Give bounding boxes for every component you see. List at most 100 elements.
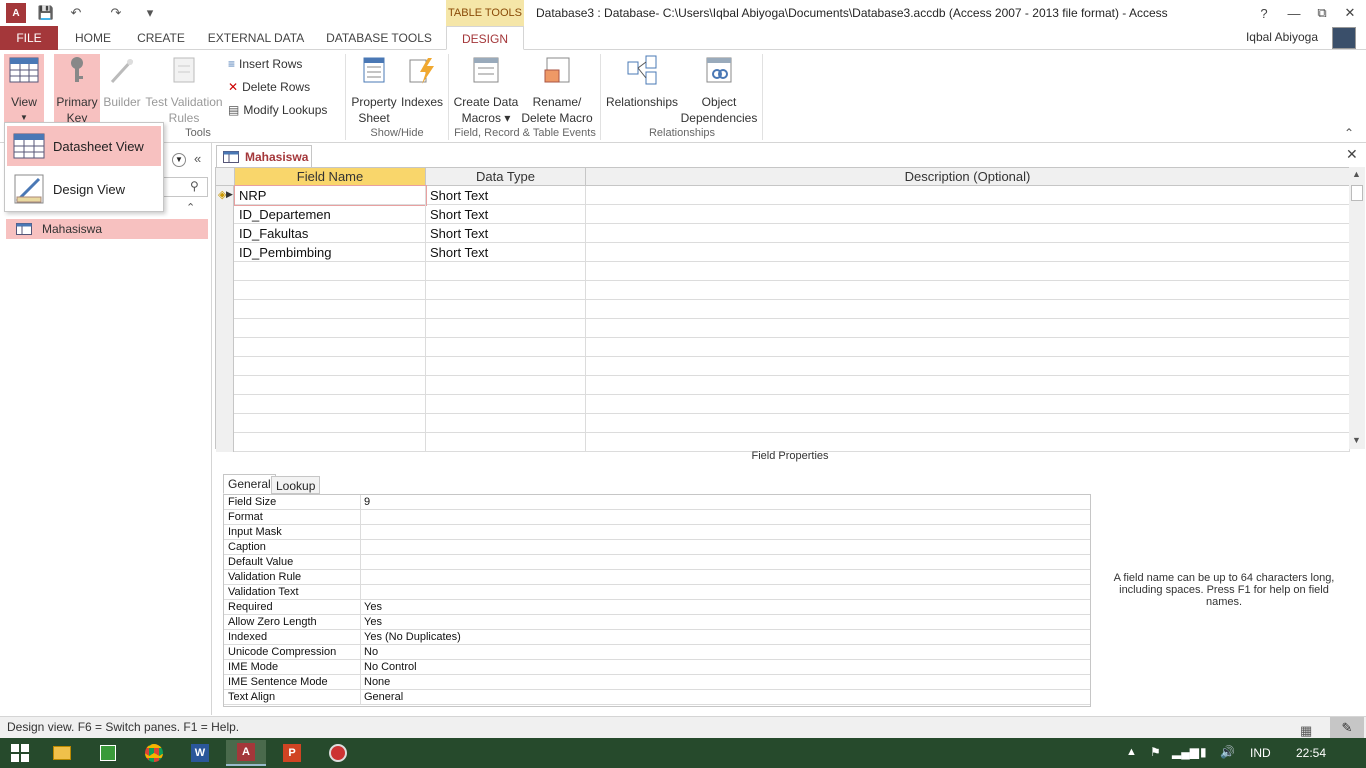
field-name-cell[interactable]: ID_Departemen bbox=[235, 205, 426, 224]
builder-button[interactable]: Builder bbox=[102, 54, 142, 110]
field-name-cell[interactable]: ID_Fakultas bbox=[235, 224, 426, 243]
property-row[interactable]: Default Value bbox=[224, 555, 1090, 570]
property-row[interactable]: IME Mode No Control bbox=[224, 660, 1090, 675]
close-document-icon[interactable]: ✕ bbox=[1346, 146, 1358, 163]
data-type-cell[interactable]: Short Text bbox=[426, 224, 586, 243]
field-name-cell[interactable] bbox=[235, 357, 426, 376]
table-row[interactable] bbox=[216, 319, 1350, 338]
row-selector[interactable] bbox=[216, 338, 234, 357]
row-selector[interactable] bbox=[216, 357, 234, 376]
field-name-cell[interactable] bbox=[235, 281, 426, 300]
row-selector[interactable] bbox=[216, 281, 234, 300]
insert-rows-button[interactable]: ≡ Insert Rows bbox=[228, 57, 302, 71]
property-value[interactable]: No bbox=[360, 645, 1088, 660]
field-name-cell[interactable] bbox=[235, 338, 426, 357]
redo-icon[interactable]: ↷ bbox=[106, 3, 126, 23]
property-sheet-button[interactable]: Property Sheet bbox=[350, 54, 398, 126]
property-value[interactable] bbox=[360, 510, 1088, 525]
tab-database-tools[interactable]: DATABASE TOOLS bbox=[322, 26, 436, 50]
nav-item-mahasiswa[interactable]: Mahasiswa bbox=[6, 219, 208, 239]
field-name-cell[interactable] bbox=[235, 376, 426, 395]
design-view-status-icon[interactable]: ✎ bbox=[1330, 717, 1364, 738]
user-name[interactable]: Iqbal Abiyoga bbox=[1246, 30, 1318, 44]
tab-create[interactable]: CREATE bbox=[130, 26, 192, 50]
column-header-data-type[interactable]: Data Type bbox=[426, 168, 586, 186]
description-cell[interactable] bbox=[586, 224, 1350, 243]
field-name-cell[interactable] bbox=[235, 319, 426, 338]
description-cell[interactable] bbox=[586, 262, 1350, 281]
data-type-cell[interactable] bbox=[426, 319, 586, 338]
property-row[interactable]: Unicode Compression No bbox=[224, 645, 1090, 660]
description-cell[interactable] bbox=[586, 205, 1350, 224]
column-header-field-name[interactable]: Field Name bbox=[235, 168, 426, 186]
create-data-macros-button[interactable]: Create Data Macros ▾ bbox=[452, 54, 520, 126]
collapse-ribbon-icon[interactable]: ⌃ bbox=[1344, 126, 1354, 140]
table-row[interactable] bbox=[216, 281, 1350, 300]
property-row[interactable]: Caption bbox=[224, 540, 1090, 555]
undo-icon[interactable]: ↶ bbox=[66, 3, 86, 23]
table-row[interactable]: ◈ ▶ NRP Short Text bbox=[216, 185, 1350, 206]
row-selector[interactable] bbox=[216, 319, 234, 338]
battery-icon[interactable]: ▮ bbox=[1200, 745, 1207, 759]
description-cell[interactable] bbox=[586, 376, 1350, 395]
property-row[interactable]: Allow Zero Length Yes bbox=[224, 615, 1090, 630]
property-value[interactable]: Yes (No Duplicates) bbox=[360, 630, 1088, 645]
field-name-cell[interactable]: NRP bbox=[234, 185, 427, 206]
nav-dropdown-icon[interactable]: ▼ bbox=[172, 153, 186, 167]
description-cell[interactable] bbox=[586, 281, 1350, 300]
table-row[interactable]: ID_Pembimbing Short Text bbox=[216, 243, 1350, 262]
customize-qat-icon[interactable]: ▾ bbox=[140, 3, 160, 23]
data-type-cell[interactable] bbox=[426, 281, 586, 300]
rename-delete-macro-button[interactable]: Rename/ Delete Macro bbox=[520, 54, 594, 126]
field-name-cell[interactable] bbox=[235, 300, 426, 319]
property-value[interactable] bbox=[360, 570, 1088, 585]
property-value[interactable]: Yes bbox=[360, 600, 1088, 615]
table-row[interactable]: ID_Fakultas Short Text bbox=[216, 224, 1350, 243]
object-dependencies-button[interactable]: Object Dependencies bbox=[680, 54, 758, 126]
field-name-cell[interactable]: ID_Pembimbing bbox=[235, 243, 426, 262]
description-cell[interactable] bbox=[586, 319, 1350, 338]
store-icon[interactable] bbox=[88, 740, 128, 766]
data-type-cell[interactable] bbox=[426, 338, 586, 357]
row-selector[interactable] bbox=[216, 376, 234, 395]
indexes-button[interactable]: Indexes bbox=[400, 54, 444, 110]
modify-lookups-button[interactable]: ▤ Modify Lookups bbox=[228, 103, 327, 117]
grid-scrollbar[interactable]: ▲ ▼ bbox=[1349, 167, 1365, 449]
table-row[interactable] bbox=[216, 338, 1350, 357]
document-tab-mahasiswa[interactable]: Mahasiswa bbox=[216, 145, 312, 167]
minimize-button[interactable]: — bbox=[1282, 2, 1306, 24]
collapse-group-icon[interactable]: ⌃ bbox=[186, 201, 195, 214]
property-row[interactable]: Format bbox=[224, 510, 1090, 525]
select-all-corner[interactable] bbox=[216, 168, 235, 186]
property-value[interactable]: No Control bbox=[360, 660, 1088, 675]
data-type-cell[interactable] bbox=[426, 376, 586, 395]
row-selector[interactable] bbox=[216, 224, 234, 243]
save-icon[interactable]: 💾 bbox=[36, 3, 56, 23]
property-value[interactable]: General bbox=[360, 690, 1088, 705]
relationships-button[interactable]: Relationships bbox=[604, 54, 680, 110]
data-type-cell[interactable] bbox=[426, 262, 586, 281]
word-icon[interactable]: W bbox=[180, 740, 220, 766]
app-icon[interactable] bbox=[318, 740, 358, 766]
property-value[interactable] bbox=[360, 525, 1088, 540]
table-row[interactable] bbox=[216, 300, 1350, 319]
row-selector[interactable]: ◈ ▶ bbox=[216, 186, 234, 205]
file-explorer-icon[interactable] bbox=[42, 740, 82, 766]
description-cell[interactable] bbox=[586, 395, 1350, 414]
property-row[interactable]: IME Sentence Mode None bbox=[224, 675, 1090, 690]
search-input[interactable] bbox=[160, 177, 208, 197]
property-row[interactable]: Validation Text bbox=[224, 585, 1090, 600]
volume-icon[interactable]: 🔊 bbox=[1220, 745, 1235, 759]
scroll-down-icon[interactable]: ▼ bbox=[1352, 435, 1361, 445]
access-logo-icon[interactable]: A bbox=[6, 3, 26, 23]
row-selector[interactable] bbox=[216, 205, 234, 224]
property-row[interactable]: Indexed Yes (No Duplicates) bbox=[224, 630, 1090, 645]
description-cell[interactable] bbox=[586, 186, 1350, 205]
description-cell[interactable] bbox=[586, 338, 1350, 357]
data-type-cell[interactable] bbox=[426, 414, 586, 433]
property-row[interactable]: Field Size 9 bbox=[224, 495, 1090, 510]
tab-external-data[interactable]: EXTERNAL DATA bbox=[202, 26, 310, 50]
scroll-up-icon[interactable]: ▲ bbox=[1352, 169, 1361, 179]
avatar[interactable] bbox=[1332, 27, 1356, 49]
clock[interactable]: 22:54 bbox=[1296, 746, 1326, 760]
